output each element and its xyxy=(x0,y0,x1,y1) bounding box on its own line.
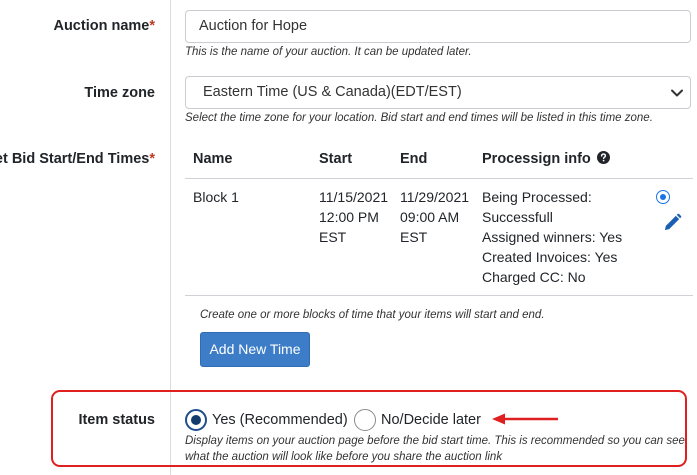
auction-name-value: Auction for Hope xyxy=(199,18,308,34)
item-status-no-label[interactable]: No/Decide later xyxy=(381,412,481,428)
auction-name-label: Auction name* xyxy=(53,18,155,34)
info-line: Created Invoices: Yes xyxy=(482,249,618,265)
item-status-yes-label[interactable]: Yes (Recommended) xyxy=(212,412,348,428)
row-select-radio[interactable] xyxy=(656,190,670,204)
bid-times-help: Create one or more blocks of time that y… xyxy=(200,309,545,321)
info-line: Assigned winners: Yes xyxy=(482,229,623,245)
end-date: 11/29/2021 xyxy=(400,189,470,205)
row-start: 11/15/2021 12:00 PM EST xyxy=(319,187,388,247)
end-zone: EST xyxy=(400,229,428,245)
required-mark: * xyxy=(149,151,155,167)
column-header-name: Name xyxy=(193,151,233,167)
pencil-icon[interactable] xyxy=(663,213,682,232)
bid-times-label: Set Bid Start/End Times* xyxy=(0,151,155,167)
required-mark: * xyxy=(149,18,155,34)
row-name: Block 1 xyxy=(193,189,239,205)
start-date: 11/15/2021 xyxy=(319,189,389,205)
row-end: 11/29/2021 09:00 AM EST xyxy=(400,187,469,247)
bid-times-label-text: Set Bid Start/End Times xyxy=(0,151,150,167)
column-header-processing-info-text: Processign info xyxy=(482,151,591,167)
time-zone-select[interactable]: Eastern Time (US & Canada)(EDT/EST) xyxy=(185,76,691,109)
start-zone: EST xyxy=(319,229,347,245)
column-header-processing-info: Processign info xyxy=(482,151,610,167)
info-line: Being Processed: xyxy=(482,189,592,205)
auction-name-help: This is the name of your auction. It can… xyxy=(185,46,472,58)
add-new-time-button[interactable]: Add New Time xyxy=(200,332,310,367)
chevron-down-icon xyxy=(671,89,683,97)
info-line: Charged CC: No xyxy=(482,269,586,285)
auction-name-input[interactable]: Auction for Hope xyxy=(185,10,691,43)
time-zone-label: Time zone xyxy=(84,85,155,101)
column-header-start: Start xyxy=(319,151,353,167)
info-line: Successfull xyxy=(482,209,553,225)
arrow-left-icon xyxy=(492,413,558,425)
item-status-label: Item status xyxy=(78,412,155,428)
item-status-help: Display items on your auction page befor… xyxy=(185,435,685,463)
time-zone-selected-value: Eastern Time (US & Canada)(EDT/EST) xyxy=(203,84,462,100)
time-zone-help: Select the time zone for your location. … xyxy=(185,112,653,124)
row-processing-info: Being Processed: Successfull Assigned wi… xyxy=(482,187,622,287)
item-status-yes-radio[interactable] xyxy=(185,409,207,431)
question-circle-icon[interactable] xyxy=(596,151,610,164)
end-time: 09:00 AM xyxy=(400,209,460,225)
start-time: 12:00 PM xyxy=(319,209,379,225)
table-header-divider xyxy=(185,178,693,179)
item-status-no-radio[interactable] xyxy=(354,409,376,431)
column-header-end: End xyxy=(400,151,428,167)
auction-name-label-text: Auction name xyxy=(53,18,150,34)
table-bottom-divider xyxy=(185,295,693,296)
